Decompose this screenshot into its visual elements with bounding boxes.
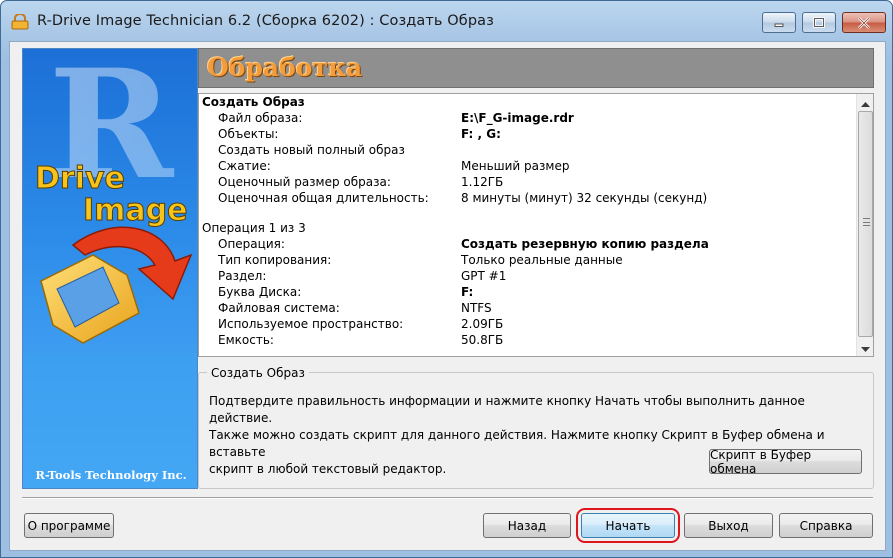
summary-row: Используемое пространство: 2.09ГБ (199, 316, 856, 332)
exit-button[interactable]: Выход (684, 513, 773, 538)
row-key: Сжатие: (218, 159, 271, 173)
row-value: F: , G: (461, 127, 501, 141)
row-value: GPT #1 (461, 269, 507, 283)
minimize-button[interactable] (762, 12, 796, 33)
wizard-client-area: R Drive Image R-Tools Technology Inc. Об… (9, 41, 886, 551)
row-value: 8 минуты (минут) 32 секунды (секунд) (461, 191, 708, 205)
row-value: 1.12ГБ (461, 175, 504, 189)
row-value: NTFS (461, 301, 492, 315)
app-window: R-Drive Image Technician 6.2 (Сборка 620… (0, 0, 893, 558)
scroll-down-button[interactable] (857, 339, 874, 356)
section-title-operation: Операция 1 из 3 (202, 221, 306, 235)
maximize-button[interactable] (802, 12, 836, 33)
summary-section-title: Создать Образ (199, 94, 856, 110)
operation-summary-list[interactable]: Создать Образ Файл образа: E:\F_G-image.… (198, 93, 874, 357)
row-key: Файловая система: (218, 301, 340, 315)
close-button[interactable] (842, 12, 886, 33)
row-value: 50.8ГБ (461, 333, 504, 347)
scroll-up-button[interactable] (857, 94, 874, 111)
row-key: Создать новый полный образ (218, 143, 405, 157)
summary-row: Оценочный размер образа: 1.12ГБ (199, 174, 856, 190)
row-key: Файл образа: (218, 111, 303, 125)
summary-row: Раздел: GPT #1 (199, 268, 856, 284)
row-spacer (199, 206, 856, 220)
row-value: 2.09ГБ (461, 317, 504, 331)
summary-scrollbar[interactable] (856, 94, 873, 356)
summary-content: Создать Образ Файл образа: E:\F_G-image.… (199, 94, 856, 356)
summary-row: Файл образа: E:\F_G-image.rdr (199, 110, 856, 126)
title-bar[interactable]: R-Drive Image Technician 6.2 (Сборка 620… (1, 1, 892, 41)
divider (22, 497, 873, 499)
description-line: Подтвердите правильность информации и на… (209, 394, 805, 425)
summary-row: Тип копирования: Только реальные данные (199, 252, 856, 268)
row-key: Емкость: (218, 333, 274, 347)
arrow-down-icon (861, 341, 870, 355)
page-title: Обработка (207, 53, 363, 82)
page-header: Обработка (198, 48, 874, 88)
arrow-up-icon (861, 96, 870, 110)
about-button[interactable]: О программе (24, 513, 114, 538)
company-name: R-Tools Technology Inc. (35, 468, 187, 482)
row-value: F: (461, 285, 474, 299)
svg-text:Image: Image (83, 193, 188, 228)
app-icon (11, 13, 29, 30)
row-value: Меньший размер (461, 159, 570, 173)
back-button[interactable]: Назад (483, 513, 571, 538)
copy-script-button[interactable]: Скрипт в Буфер обмена (709, 448, 862, 476)
row-key: Буква Диска: (218, 285, 302, 299)
window-title: R-Drive Image Technician 6.2 (Сборка 620… (37, 13, 494, 29)
summary-row: Емкость: 50.8ГБ (199, 332, 856, 348)
summary-row: Сжатие: Меньший размер (199, 158, 856, 174)
row-value: Создать резервную копию раздела (461, 237, 709, 251)
maximize-icon (813, 17, 825, 28)
svg-text:Drive: Drive (35, 161, 125, 196)
row-key: Операция: (218, 237, 285, 251)
section-title-create-image: Создать Образ (202, 95, 305, 109)
summary-row: Оценочная общая длительность: 8 минуты (… (199, 190, 856, 206)
groupbox-legend: Создать Образ (207, 366, 309, 380)
row-key: Оценочный размер образа: (218, 175, 391, 189)
scroll-thumb[interactable] (858, 111, 873, 337)
grip-icon (863, 218, 870, 226)
close-icon (857, 16, 871, 29)
start-button[interactable]: Начать (581, 513, 675, 538)
row-key: Оценочная общая длительность: (218, 191, 429, 205)
row-key: Раздел: (218, 269, 267, 283)
summary-row: Файловая система: NTFS (199, 300, 856, 316)
r-drive-logo: R Drive Image (35, 49, 193, 344)
row-key: Используемое пространство: (218, 317, 404, 331)
summary-row: Буква Диска: F: (199, 284, 856, 300)
summary-row: Объекты: F: , G: (199, 126, 856, 142)
row-key: Объекты: (218, 127, 279, 141)
summary-row: Операция: Создать резервную копию раздел… (199, 236, 856, 252)
row-value: Только реальные данные (461, 253, 623, 267)
row-key: Тип копирования: (218, 253, 332, 267)
product-banner: R Drive Image R-Tools Technology Inc. (22, 48, 198, 489)
summary-section-title: Операция 1 из 3 (199, 220, 856, 236)
minimize-icon (773, 19, 785, 27)
help-button[interactable]: Справка (779, 513, 873, 538)
summary-row: Создать новый полный образ (199, 142, 856, 158)
row-value: E:\F_G-image.rdr (461, 111, 574, 125)
